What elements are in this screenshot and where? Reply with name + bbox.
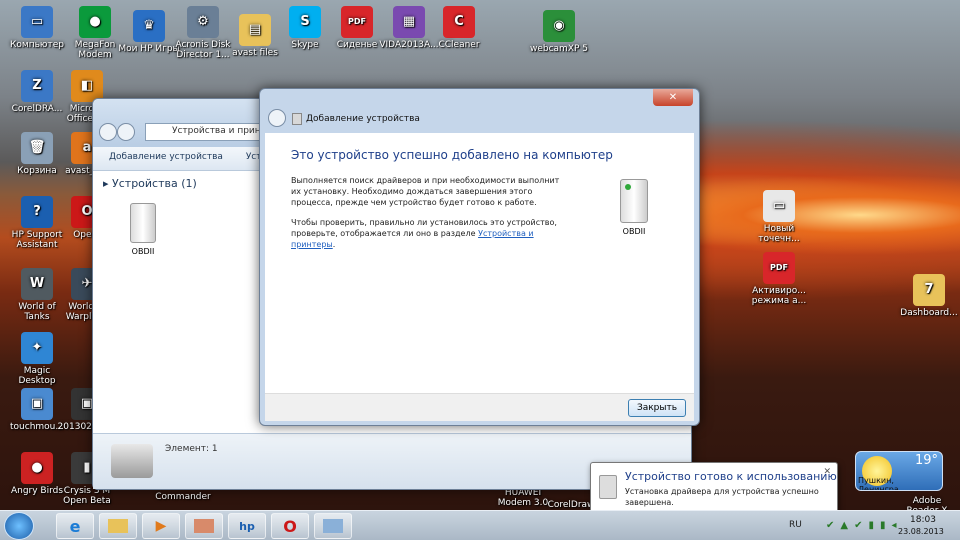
device-add-icon — [292, 113, 302, 125]
desktop-icon-label: MegaFon Modem — [74, 40, 116, 60]
group-header[interactable]: ▸ Устройства (1) — [103, 177, 197, 190]
desktop-icon-megafon[interactable]: ● MegaFon Modem — [64, 6, 126, 60]
opera-icon: O — [283, 516, 297, 536]
magic-icon: ✦ — [21, 332, 53, 364]
desktop-icon-label: CCleaner — [438, 40, 480, 50]
app-icon — [194, 519, 214, 533]
sidenie-icon: PDF — [341, 6, 373, 38]
dialog-device-icon — [620, 179, 648, 223]
ccleaner-icon: C — [443, 6, 475, 38]
weather-city: Пушкин, Ленингра... — [858, 476, 907, 491]
p2-suffix: . — [332, 240, 336, 249]
desktop-icon-label: Magic Desktop — [18, 366, 56, 386]
dialog-footer: Закрыть — [265, 393, 694, 421]
skype-icon: S — [289, 6, 321, 38]
dialog-heading: Это устройство успешно добавлено на комп… — [291, 148, 613, 162]
acronis-icon: ⚙ — [187, 6, 219, 38]
language-indicator[interactable]: RU — [789, 520, 802, 530]
webcamxp-icon: ◉ — [543, 10, 575, 42]
desktop-icon-dashboard[interactable]: 7 Dashboard... — [898, 274, 960, 318]
angry-icon: ● — [21, 452, 53, 484]
weather-gadget[interactable]: 19° Пушкин, Ленингра... — [855, 451, 943, 491]
recycle-icon: 🗑 — [21, 132, 53, 164]
close-button[interactable]: Закрыть — [628, 399, 686, 417]
notification-icon — [599, 475, 617, 499]
dialog-paragraph-2: Чтобы проверить, правильно ли установило… — [291, 217, 561, 250]
desktop-icon-myhp[interactable]: ♛ Мои HP Игры — [118, 10, 180, 54]
avast-files-icon: ▤ — [239, 14, 271, 46]
desktop-icon-label: Новый точечн... — [758, 224, 800, 244]
device-icon — [130, 203, 156, 243]
device-item[interactable]: OBDII — [119, 203, 167, 256]
dialog-content: Это устройство успешно добавлено на комп… — [265, 133, 694, 393]
dialog-back-button[interactable] — [268, 109, 286, 127]
media-icon: ▶ — [155, 518, 167, 534]
desktop-icon-activ[interactable]: PDF Активиро... режима а... — [748, 252, 810, 306]
desktop-icon-ccleaner[interactable]: C CCleaner — [428, 6, 490, 50]
desktop-icon-label: Компьютер — [10, 40, 64, 50]
start-button[interactable] — [4, 512, 34, 540]
taskbar: e ▶ hp O RU ✔▲✔▮▮◂ 18:03 23.08.2013 — [0, 510, 960, 540]
desktop-icon-label: Активиро... режима а... — [751, 286, 807, 306]
hp-icon: hp — [239, 519, 255, 533]
megafon-icon: ● — [79, 6, 111, 38]
ie-icon: e — [69, 516, 81, 536]
activ-icon: PDF — [763, 252, 795, 284]
forward-button[interactable] — [117, 123, 135, 141]
stray-label-commander: Commander — [155, 492, 211, 502]
printer-icon — [111, 444, 153, 478]
desktop-icon-label: Мои HP Игры — [118, 44, 180, 54]
notification-balloon[interactable]: Устройство готово к использованию Устано… — [590, 462, 838, 514]
tray-icons[interactable]: ✔▲✔▮▮◂ — [826, 520, 902, 531]
taskbar-opera[interactable]: O — [271, 513, 309, 539]
coreldraw-icon: Z — [21, 70, 53, 102]
dashboard-icon: 7 — [913, 274, 945, 306]
desktop-icon-label: Dashboard... — [900, 308, 958, 318]
notification-title: Устройство готово к использованию — [625, 470, 837, 483]
taskbar-hp[interactable]: hp — [228, 513, 266, 539]
dialog-device: OBDII — [609, 179, 659, 236]
vida-icon: ▦ — [393, 6, 425, 38]
add-device-dialog[interactable]: ✕ Добавление устройства Это устройство у… — [259, 88, 700, 426]
item-count: Элемент: 1 — [165, 444, 218, 454]
dialog-device-label: OBDII — [622, 227, 646, 236]
dialog-paragraph-1: Выполняется поиск драйверов и при необхо… — [291, 176, 560, 207]
dialog-close-button[interactable]: ✕ — [653, 89, 693, 106]
myhp-icon: ♛ — [133, 10, 165, 42]
taskbar-app[interactable] — [185, 513, 223, 539]
clock-date[interactable]: 23.08.2013 — [898, 527, 944, 536]
notification-body: Установка драйвера для устройства успешн… — [625, 487, 819, 507]
dialog-title: Добавление устройства — [306, 114, 420, 124]
weather-temp: 19° — [914, 453, 938, 468]
group-label: Устройства (1) — [112, 177, 197, 190]
newdot-icon: ▭ — [763, 190, 795, 222]
desktop-icon-webcamxp[interactable]: ◉ webcamXP 5 — [528, 10, 590, 54]
back-button[interactable] — [99, 123, 117, 141]
taskbar-explorer[interactable] — [99, 513, 137, 539]
taskbar-devices[interactable] — [314, 513, 352, 539]
wot-icon: W — [21, 268, 53, 300]
taskbar-media[interactable]: ▶ — [142, 513, 180, 539]
folder-icon — [108, 519, 128, 533]
desktop-icon-newdot[interactable]: ▭ Новый точечн... — [748, 190, 810, 244]
taskbar-ie[interactable]: e — [56, 513, 94, 539]
device-label: OBDII — [131, 247, 155, 256]
desktop-icon-magic[interactable]: ✦ Magic Desktop — [6, 332, 68, 386]
desktop-icon-computer[interactable]: ▭ Компьютер — [6, 6, 68, 50]
hpsupport-icon: ? — [21, 196, 53, 228]
clock-time[interactable]: 18:03 — [910, 515, 936, 525]
touchmou-icon: ▣ — [21, 388, 53, 420]
desktop-icon-label: webcamXP 5 — [529, 44, 589, 54]
computer-icon: ▭ — [21, 6, 53, 38]
devices-icon — [323, 519, 343, 533]
add-device-button[interactable]: Добавление устройства — [109, 152, 223, 162]
notification-close[interactable]: ✕ — [823, 467, 831, 477]
